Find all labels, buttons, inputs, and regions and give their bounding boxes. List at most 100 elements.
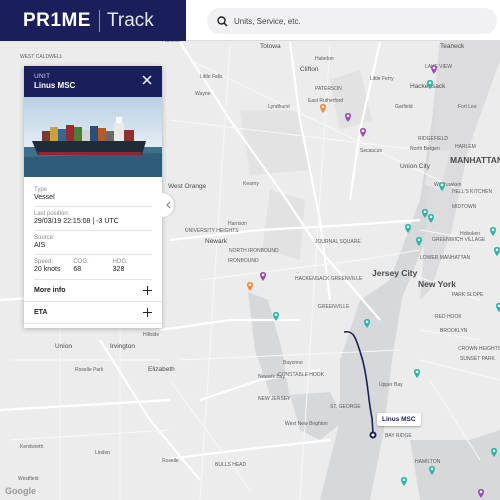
map-place-label: NEW JERSEY xyxy=(258,396,291,402)
product-name: Track xyxy=(106,9,154,31)
map-place-label: Irvington xyxy=(110,343,135,350)
map-place-label: Newark Bay xyxy=(258,374,285,380)
unit-detail-panel: UNIT Linus MSC Type Vessel Last position… xyxy=(24,66,162,328)
map-place-label: Weehawken xyxy=(434,182,462,188)
map-place-label: IRONBOUND xyxy=(228,258,259,264)
map-place-label: West Orange xyxy=(168,183,207,190)
metric-hdg-value: 328 xyxy=(112,266,125,273)
map-place-label: Upper Bay xyxy=(379,382,403,388)
map-place-label: Union City xyxy=(400,163,431,170)
map-place-label: GREENWICH VILLAGE xyxy=(432,237,486,243)
metric-hdg: HDG: 328 xyxy=(113,259,152,273)
metrics-row: Speed: 20 knots COG: 68 HDG: 328 xyxy=(34,255,152,280)
map-place-label: LAKE VIEW xyxy=(425,64,452,70)
metric-cog-value: 68 xyxy=(73,266,82,273)
map-place-label: PARK SLOPE xyxy=(452,292,484,298)
map-place-label: RED HOOK xyxy=(435,314,462,320)
map-place-label: Kenilworth xyxy=(20,444,44,450)
map-place-label: HARLEM xyxy=(455,144,476,150)
map-place-label: Union xyxy=(55,343,72,350)
detail-fields: Type Vessel Last position: 29/03/19 22:1… xyxy=(24,177,162,280)
map-place-label: WEST CALDWELL xyxy=(20,54,63,60)
map-place-label: Bayonne xyxy=(283,360,303,366)
map-place-label: Lyndhurst xyxy=(268,104,290,110)
metric-cog-label: COG: xyxy=(73,259,89,265)
map-place-label: Totowa xyxy=(260,43,281,50)
map-place-label: UNIVERSITY HEIGHTS xyxy=(185,228,239,234)
map-place-label: Roselle xyxy=(162,458,179,464)
map-place-label: Secaucus xyxy=(360,148,382,154)
map-place-label: BROOKLYN xyxy=(440,328,468,334)
eta-toggle[interactable]: ETA xyxy=(24,302,162,324)
more-info-label: More info xyxy=(34,287,66,294)
map-place-label: PATERSON xyxy=(315,86,342,92)
map-place-label: LOWER MANHATTAN xyxy=(420,255,470,261)
map-place-label: Elizabeth xyxy=(148,366,175,373)
field-last-position-label: Last position: xyxy=(34,211,70,217)
metric-speed: Speed: 20 knots xyxy=(34,259,73,273)
field-source-label: Source: xyxy=(34,235,55,241)
map-place-label: Clifton xyxy=(300,66,319,73)
top-bar: PR1ME Track xyxy=(0,0,500,41)
map-place-label: RIDGEFIELD xyxy=(418,136,448,142)
map-place-label: SUNSET PARK xyxy=(460,356,495,362)
map-place-label: ST. GEORGE xyxy=(330,404,361,410)
close-icon[interactable] xyxy=(141,74,153,86)
field-type-label: Type xyxy=(34,187,48,193)
logo: PR1ME xyxy=(23,9,91,31)
map-place-label: HACKENSACK GREENVILLE xyxy=(295,276,363,282)
field-last-position: Last position: 29/03/19 22:15:08 | -3 UT… xyxy=(34,207,152,231)
logo-divider xyxy=(98,9,100,32)
metric-hdg-label: HDG: xyxy=(112,259,128,265)
map-place-label: Harrison xyxy=(228,221,247,227)
map-place-label: NORTH IRONBOUND xyxy=(229,248,279,254)
map-place-label: HELL'S KITCHEN xyxy=(452,189,493,195)
map-place-label: Westfield xyxy=(18,476,39,482)
metric-cog: COG: 68 xyxy=(73,259,112,273)
map-place-label: GREENVILLE xyxy=(318,304,350,310)
app: WEST CALDWELL Totowa Little Falls Haledon PA… xyxy=(0,0,500,500)
map-place-label: Linden xyxy=(95,450,110,456)
more-info-toggle[interactable]: More info xyxy=(24,280,162,302)
vessel-map-label[interactable]: Linus MSC xyxy=(377,413,421,426)
metric-speed-label: Speed: xyxy=(34,259,54,265)
map-place-label: Little Ferry xyxy=(370,76,394,82)
map-place-label: HAMILTON xyxy=(415,459,441,465)
map-place-label: Roselle Park xyxy=(75,367,104,373)
map-attribution: Google xyxy=(5,486,36,496)
map-place-label: East Rutherford xyxy=(308,98,343,104)
field-type: Type Vessel xyxy=(34,183,152,207)
map-place-label: BAY RIDGE xyxy=(385,433,412,439)
vessel-position-marker[interactable] xyxy=(369,431,377,439)
map-place-label: Wayne xyxy=(195,91,211,97)
map-place-label: MANHATTAN xyxy=(450,155,500,165)
map-place-label: Fort Lee xyxy=(458,104,477,110)
field-source: Source: AIS xyxy=(34,231,152,255)
map-place-label: Garfield xyxy=(395,104,413,110)
map-place-label: CROWN HEIGHTS xyxy=(458,346,500,352)
map-place-label: Haledon xyxy=(315,56,334,62)
map-place-label: Newark xyxy=(205,238,228,245)
field-last-position-value: 29/03/19 22:15:08 | -3 UTC xyxy=(34,218,119,225)
map-place-label: CONSTABLE HOOK xyxy=(278,372,325,378)
map-place-label: Little Falls xyxy=(200,74,223,80)
map-place-label: Kearny xyxy=(243,181,259,187)
eta-label: ETA xyxy=(34,309,48,316)
map-place-label: New York xyxy=(418,279,456,289)
map-place-label: Hillside xyxy=(143,332,159,338)
search-box[interactable] xyxy=(207,8,497,34)
field-type-value: Vessel xyxy=(34,194,55,201)
map-place-label: North Bergen xyxy=(410,146,440,152)
brand[interactable]: PR1ME Track xyxy=(0,0,186,41)
map-place-label: MIDTOWN xyxy=(452,204,477,210)
search-icon xyxy=(217,15,228,27)
vessel-photo xyxy=(24,97,162,177)
plus-icon xyxy=(143,308,152,317)
map-place-label: Teaneck xyxy=(440,43,465,50)
plus-icon xyxy=(143,286,152,295)
map-place-label: West New Brighton xyxy=(285,421,328,427)
map-place-label: BULLS HEAD xyxy=(215,462,247,468)
search-input[interactable] xyxy=(234,16,464,26)
panel-header: UNIT Linus MSC xyxy=(24,66,162,97)
map-place-label: Jersey City xyxy=(372,268,418,278)
